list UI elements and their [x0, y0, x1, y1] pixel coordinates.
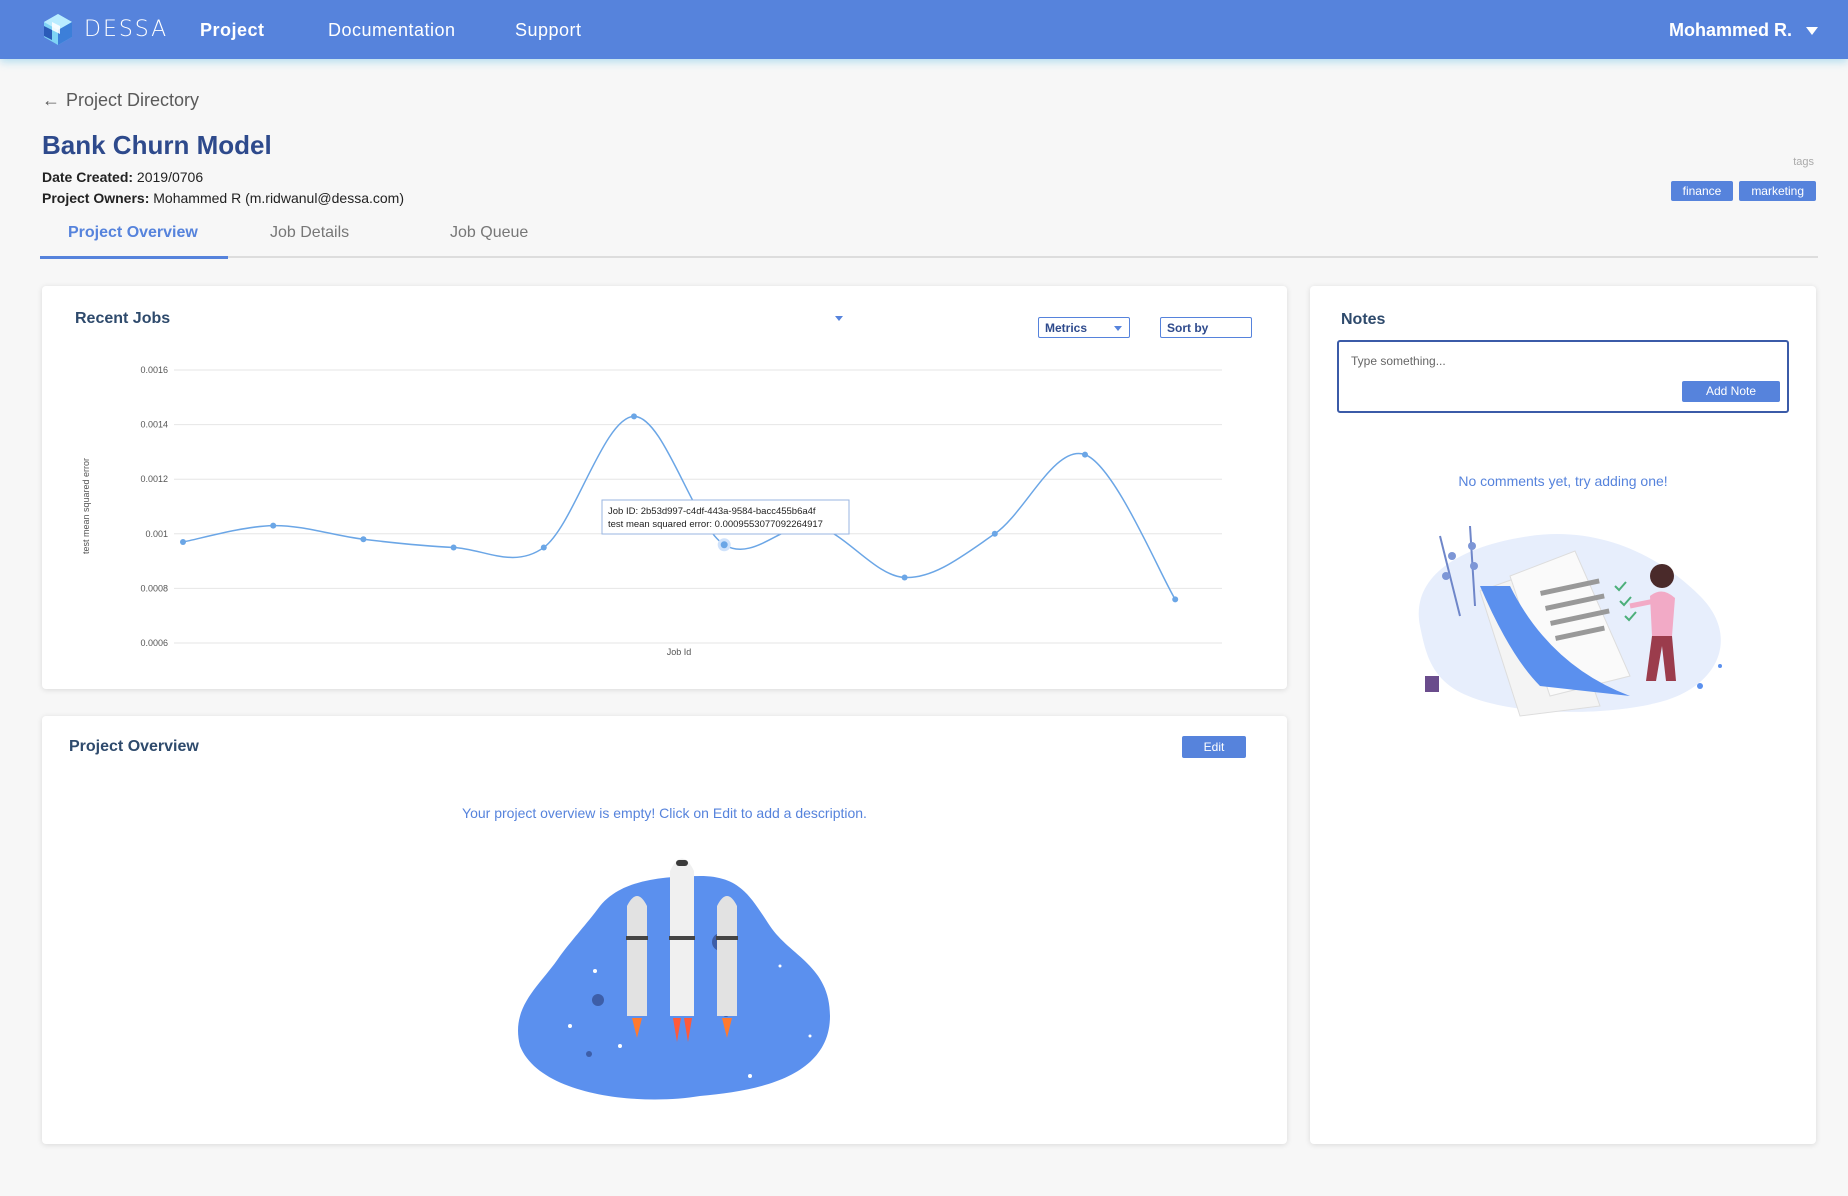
- dessa-logo[interactable]: DESSA: [40, 12, 168, 46]
- date-created: Date Created: 2019/0706: [42, 169, 203, 185]
- top-navbar: DESSA Project Documentation Support Moha…: [0, 0, 1848, 59]
- data-point[interactable]: [540, 544, 547, 551]
- date-created-label: Date Created:: [42, 169, 134, 185]
- data-point[interactable]: [450, 544, 457, 551]
- y-tick-label: 0.0006: [140, 638, 168, 648]
- user-name: Mohammed R.: [1668, 20, 1792, 40]
- note-editor: Add Note: [1337, 340, 1789, 413]
- chevron-down-icon: [1806, 26, 1818, 35]
- rocket-illustration: [518, 858, 830, 1100]
- data-point[interactable]: [991, 530, 998, 537]
- y-tick-label: 0.0012: [140, 474, 168, 484]
- active-tab-indicator: [40, 256, 228, 259]
- add-note-button[interactable]: Add Note: [1682, 381, 1780, 402]
- chart-tooltip: Job ID: 2b53d997-c4df-443a-9584-bacc455b…: [601, 499, 850, 535]
- data-point[interactable]: [270, 522, 277, 529]
- tab-project-overview[interactable]: Project Overview: [68, 224, 198, 254]
- y-axis-label: test mean squared error: [81, 458, 91, 554]
- recent-jobs-card: Recent Jobs Metrics Sort by 0.0006 0.0008…: [42, 286, 1287, 689]
- y-tick-label: 0.0016: [140, 365, 168, 375]
- data-point[interactable]: [1082, 451, 1088, 458]
- data-point[interactable]: [901, 574, 908, 581]
- dessa-logo-icon: [44, 14, 72, 45]
- notes-empty-message: No comments yet, try adding one!: [1458, 473, 1668, 489]
- tag-finance[interactable]: finance: [1670, 181, 1734, 201]
- tooltip-metric: test mean squared error: 0.0009553077092…: [608, 519, 823, 530]
- y-tick-label: 0.0014: [140, 420, 168, 430]
- tag-list: finance marketing: [1670, 181, 1816, 201]
- logo-text: DESSA: [84, 16, 169, 42]
- data-point[interactable]: [180, 538, 186, 545]
- x-axis-label: Job Id: [667, 647, 692, 657]
- back-link[interactable]: ← Project Directory: [42, 90, 199, 111]
- y-axis-ticks: 0.0006 0.0008 0.001 0.0012 0.0014 0.0016: [140, 365, 168, 648]
- project-owners-value: Mohammed R (m.ridwanul@dessa.com): [153, 190, 404, 206]
- date-created-value: 2019/0706: [136, 169, 204, 185]
- tab-job-details[interactable]: Job Details: [270, 224, 349, 254]
- tab-bar: Project Overview Job Details Job Queue: [40, 222, 1818, 259]
- notes-title: Notes: [1341, 311, 1386, 328]
- project-overview-card: Project Overview Edit Your project overv…: [42, 716, 1287, 1144]
- data-point[interactable]: [631, 413, 637, 420]
- tooltip-job-id: Job ID: 2b53d997-c4df-443a-9584-bacc455b…: [608, 506, 816, 517]
- page-title: Bank Churn Model: [42, 130, 272, 160]
- project-owners-label: Project Owners:: [42, 190, 150, 206]
- note-input[interactable]: [1351, 354, 1731, 368]
- notes-illustration: [1418, 525, 1722, 717]
- y-tick-label: 0.001: [145, 529, 168, 539]
- tags-label: tags: [1793, 156, 1814, 168]
- arrow-left-icon: ←: [42, 90, 60, 110]
- nav-link-project[interactable]: Project: [200, 20, 265, 41]
- notes-card: Notes No comments yet, try adding one!: [1310, 286, 1816, 1144]
- project-owners: Project Owners: Mohammed R (m.ridwanul@d…: [42, 190, 404, 206]
- data-point[interactable]: [1172, 596, 1179, 603]
- tab-job-queue[interactable]: Job Queue: [450, 224, 528, 254]
- tag-marketing[interactable]: marketing: [1739, 181, 1816, 201]
- user-menu[interactable]: Mohammed R.: [1669, 20, 1818, 41]
- recent-jobs-chart: 0.0006 0.0008 0.001 0.0012 0.0014 0.0016 test…: [81, 365, 1222, 657]
- overview-empty-message: Your project overview is empty! Click on…: [462, 805, 867, 821]
- data-point[interactable]: [360, 536, 367, 543]
- y-tick-label: 0.0008: [140, 583, 168, 593]
- nav-link-documentation[interactable]: Documentation: [328, 20, 456, 41]
- data-point[interactable]: [717, 538, 731, 552]
- project-overview-title: Project Overview: [69, 738, 199, 755]
- nav-link-support[interactable]: Support: [515, 20, 582, 41]
- back-link-label: Project Directory: [66, 90, 200, 110]
- edit-button[interactable]: Edit: [1182, 736, 1246, 758]
